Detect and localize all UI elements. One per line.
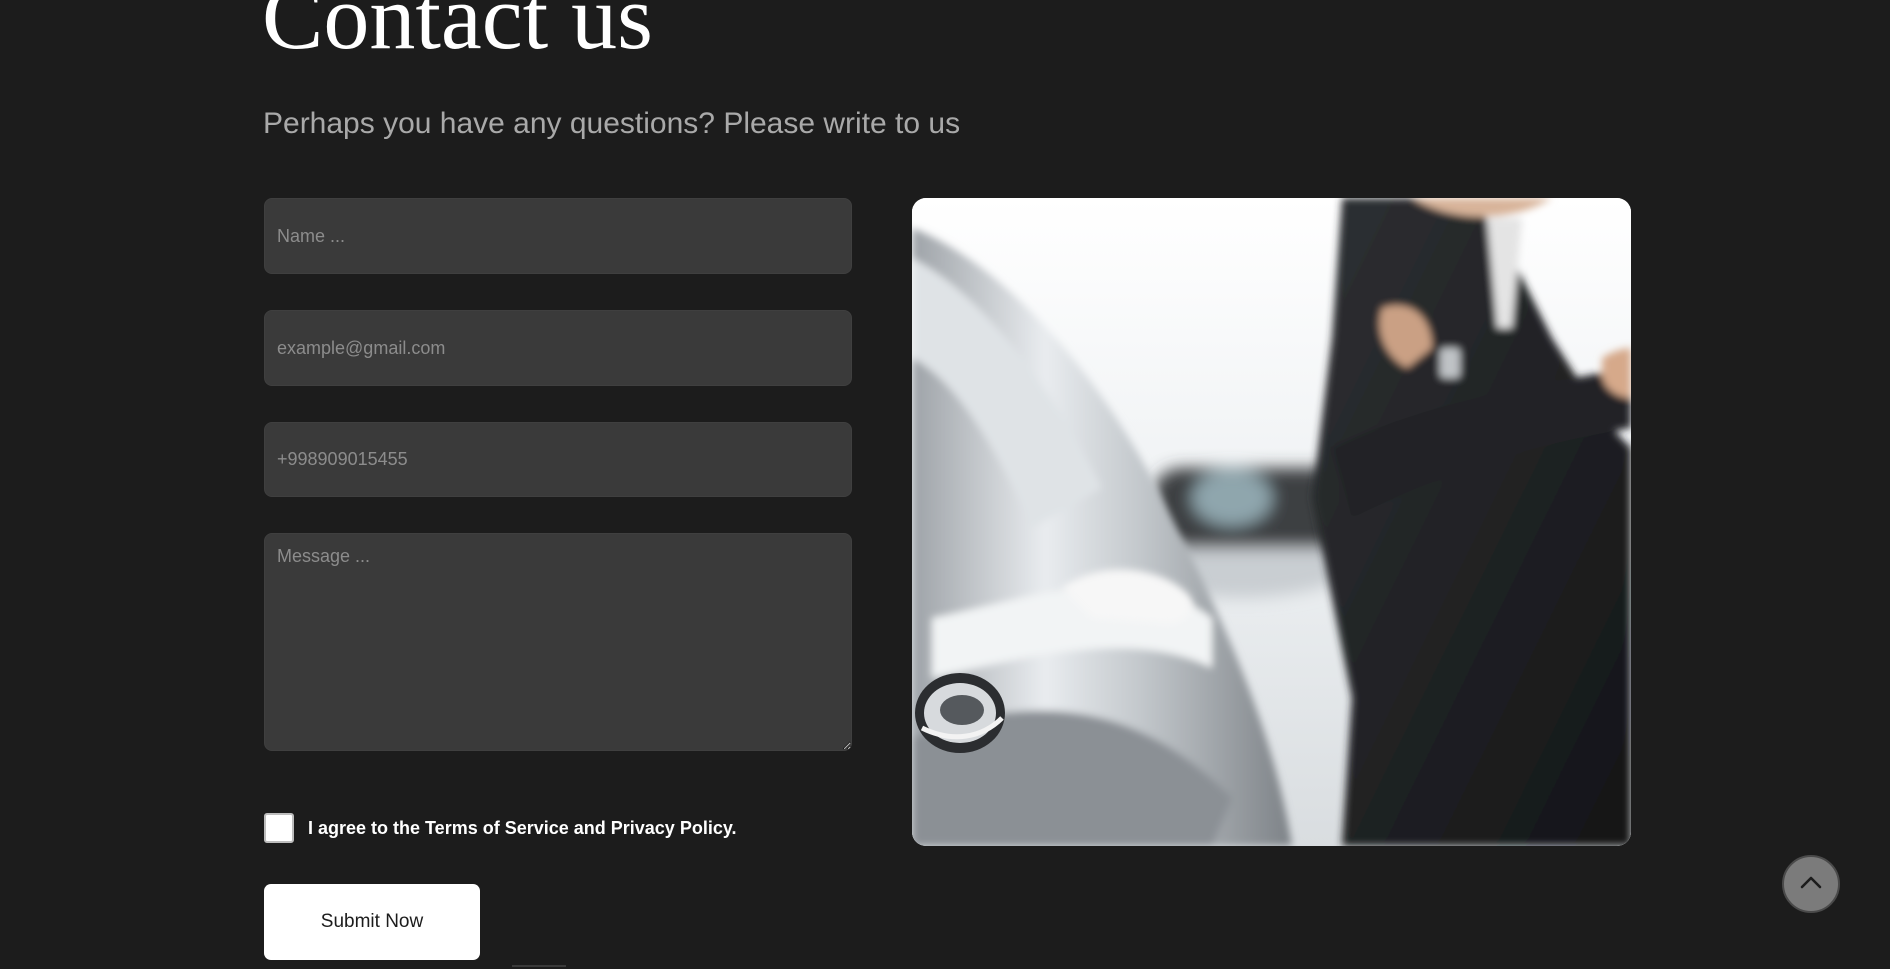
photo-illustration xyxy=(912,198,1631,846)
message-field[interactable] xyxy=(264,533,852,751)
contact-section: Contact us Perhaps you have any question… xyxy=(0,0,1890,969)
agree-label: I agree to the Terms of Service and Priv… xyxy=(308,817,737,838)
scroll-to-top-button[interactable] xyxy=(1782,855,1840,913)
email-field[interactable] xyxy=(264,310,852,386)
chevron-up-icon xyxy=(1800,875,1822,894)
chauffeur-photo xyxy=(912,198,1631,846)
page-title: Contact us xyxy=(262,0,653,68)
phone-field[interactable] xyxy=(264,422,852,497)
page-subtitle: Perhaps you have any questions? Please w… xyxy=(263,107,961,140)
submit-button[interactable]: Submit Now xyxy=(264,884,480,960)
agreement-row: I agree to the Terms of Service and Priv… xyxy=(264,813,737,843)
name-field[interactable] xyxy=(264,198,852,274)
divider xyxy=(512,965,566,967)
agree-checkbox[interactable] xyxy=(264,813,294,843)
